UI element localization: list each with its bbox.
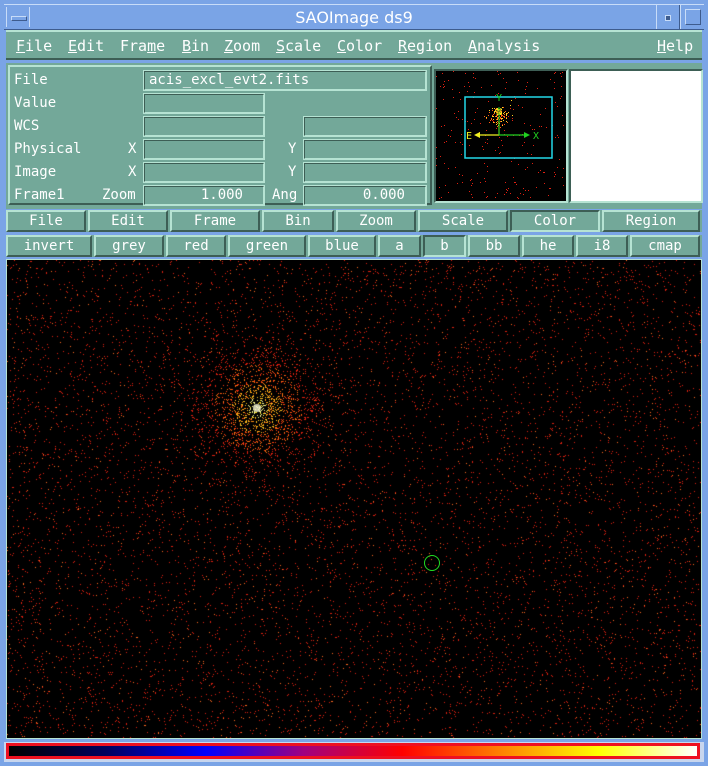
menu-frame[interactable]: Frame	[120, 37, 165, 55]
compass-east-arrow-icon	[474, 132, 480, 138]
colorbar[interactable]	[6, 743, 700, 759]
sub-a-button[interactable]: a	[378, 235, 421, 257]
menu-bar: File Edit Frame Bin Zoom Scale Color Reg…	[6, 30, 702, 60]
ds9-window: SAOImage ds9 File Edit Frame Bin Zoom Sc…	[0, 0, 708, 766]
physical-x-field[interactable]	[143, 139, 265, 160]
wcs-field-2[interactable]	[303, 116, 427, 137]
sub-invert-button[interactable]: invert	[6, 235, 92, 257]
main-file-button[interactable]: File	[6, 210, 86, 232]
zoom-label: Zoom	[102, 187, 136, 203]
image-x-label: X	[128, 164, 137, 180]
menu-edit[interactable]: Edit	[68, 37, 104, 55]
main-scale-button[interactable]: Scale	[418, 210, 508, 232]
axis-y-label: Y	[496, 93, 502, 104]
sub-bb-button[interactable]: bb	[468, 235, 520, 257]
panner-canvas[interactable]: N E X Y	[436, 71, 566, 201]
menu-region[interactable]: Region	[398, 37, 452, 55]
minimize-icon	[665, 15, 671, 21]
maximize-button[interactable]	[680, 5, 705, 29]
wcs-field-1[interactable]	[143, 116, 265, 137]
compass-east-label: E	[466, 131, 472, 142]
physical-y-field[interactable]	[303, 139, 427, 160]
sub-button-bar: invert grey red green blue a b bb he i8 cmap	[6, 235, 702, 257]
menu-file[interactable]: File	[16, 37, 52, 55]
maximize-icon	[685, 9, 701, 25]
menu-help[interactable]: Help	[657, 37, 693, 55]
sub-green-button[interactable]: green	[228, 235, 306, 257]
colorbar-area	[4, 742, 704, 762]
file-label: File	[14, 72, 48, 88]
minimize-button[interactable]	[656, 5, 680, 29]
main-zoom-button[interactable]: Zoom	[336, 210, 416, 232]
sub-cmap-button[interactable]: cmap	[630, 235, 700, 257]
sub-blue-button[interactable]: blue	[308, 235, 376, 257]
zoom-field[interactable]: 1.000	[143, 185, 265, 206]
sub-red-button[interactable]: red	[166, 235, 226, 257]
main-region-button[interactable]: Region	[602, 210, 700, 232]
menu-bin[interactable]: Bin	[182, 37, 209, 55]
image-x-field[interactable]	[143, 162, 265, 183]
file-field[interactable]: acis_excl_evt2.fits	[143, 70, 427, 91]
main-button-bar: File Edit Frame Bin Zoom Scale Color Region	[6, 210, 702, 232]
main-bin-button[interactable]: Bin	[262, 210, 334, 232]
menu-zoom[interactable]: Zoom	[224, 37, 260, 55]
axis-x-label: X	[533, 131, 539, 142]
sub-b-button[interactable]: b	[423, 235, 466, 257]
wcs-label: WCS	[14, 118, 40, 134]
panner-frame-box[interactable]	[464, 96, 553, 159]
main-frame-button[interactable]: Frame	[170, 210, 260, 232]
image-canvas[interactable]	[7, 260, 701, 738]
axis-x-arrow-icon	[524, 132, 530, 138]
sub-grey-button[interactable]: grey	[94, 235, 164, 257]
physical-label: Physical	[14, 141, 82, 157]
value-field[interactable]	[143, 93, 265, 114]
info-panel-area: File acis_excl_evt2.fits Value WCS Physi…	[6, 63, 703, 209]
physical-x-label: X	[128, 141, 137, 157]
angle-field[interactable]: 0.000	[303, 185, 427, 206]
image-y-field[interactable]	[303, 162, 427, 183]
sub-i8-button[interactable]: i8	[576, 235, 628, 257]
menu-scale[interactable]: Scale	[276, 37, 321, 55]
image-label: Image	[14, 164, 57, 180]
main-edit-button[interactable]: Edit	[88, 210, 168, 232]
sub-he-button[interactable]: he	[522, 235, 574, 257]
compass-north-label: N	[496, 107, 502, 118]
frame-label: Frame1	[14, 187, 65, 203]
info-panel: File acis_excl_evt2.fits Value WCS Physi…	[8, 65, 432, 206]
magnifier	[569, 69, 703, 203]
window-title: SAOImage ds9	[295, 8, 413, 27]
physical-y-label: Y	[288, 141, 297, 157]
panner[interactable]: N E X Y	[434, 69, 568, 203]
angle-label: Ang	[272, 187, 298, 203]
circle-region[interactable]	[424, 555, 440, 571]
image-y-label: Y	[288, 164, 297, 180]
menu-analysis[interactable]: Analysis	[468, 37, 540, 55]
title-bar[interactable]: SAOImage ds9	[4, 4, 704, 30]
menu-color[interactable]: Color	[337, 37, 382, 55]
main-color-button[interactable]: Color	[510, 210, 600, 232]
image-display[interactable]	[6, 259, 702, 739]
value-label: Value	[14, 95, 57, 111]
